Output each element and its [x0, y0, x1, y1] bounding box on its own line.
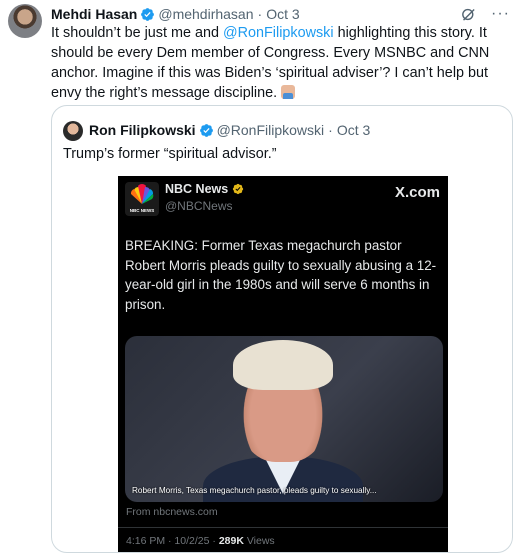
quote-author-handle[interactable]: @RonFilipkowski — [217, 122, 325, 138]
embedded-meta: 4:16 PM · 10/2/25 · 289K Views — [118, 527, 448, 552]
tweet-date[interactable]: Oct 3 — [266, 6, 299, 22]
author-avatar[interactable] — [8, 4, 42, 38]
embedded-source-name: NBC News — [165, 182, 244, 196]
link-card: Robert Morris, Texas megachurch pastor, … — [125, 336, 443, 502]
quote-date[interactable]: Oct 3 — [337, 122, 370, 138]
verified-badge-icon — [141, 7, 155, 21]
gold-verified-badge-icon — [233, 183, 244, 195]
embedded-source-handle: @NBCNews — [165, 199, 233, 213]
peacock-icon — [130, 184, 154, 204]
embedded-source-name-text: NBC News — [165, 182, 229, 196]
verified-badge-icon — [199, 123, 213, 137]
quote-author-name[interactable]: Ron Filipkowski — [89, 122, 196, 138]
tweet-text-part-1: It shouldn’t be just me and — [51, 25, 223, 41]
author-name[interactable]: Mehdi Hasan — [51, 6, 137, 22]
card-source: From nbcnews.com — [126, 506, 218, 518]
grok-icon[interactable] — [460, 6, 477, 23]
mention-link[interactable]: @RonFilipkowski — [223, 25, 334, 41]
separator-dot: · — [328, 122, 333, 138]
quote-text: Trump’s former “spiritual advisor.” — [63, 146, 277, 162]
embedded-screenshot[interactable]: NBC NEWS NBC News @NBCNews X.com BREAKIN… — [118, 176, 448, 552]
quoted-tweet[interactable]: Ron Filipkowski @RonFilipkowski · Oct 3 … — [51, 105, 513, 553]
views-count: 289K — [218, 535, 244, 547]
nbc-logo-label: NBC NEWS — [129, 208, 155, 213]
embedded-headline: BREAKING: Former Texas megachurch pastor… — [125, 238, 437, 312]
separator-dot: · — [257, 6, 263, 22]
embedded-time-date: 4:16 PM · 10/2/25 · — [126, 535, 219, 547]
more-icon[interactable]: ··· — [491, 6, 510, 22]
nbc-news-logo: NBC NEWS — [125, 182, 159, 216]
person-facepalm-emoji — [281, 85, 296, 99]
author-handle[interactable]: @mehdirhasan — [158, 6, 253, 22]
card-caption: Robert Morris, Texas megachurch pastor, … — [132, 486, 377, 495]
tweet-header: Mehdi Hasan @mehdirhasan · Oct 3 ··· — [51, 5, 510, 23]
x-brand-label: X.com — [394, 184, 440, 201]
views-label: Views — [243, 535, 275, 547]
quote-header: Ron Filipkowski @RonFilipkowski · Oct 3 — [89, 122, 370, 138]
quote-author-avatar[interactable] — [63, 121, 83, 141]
tweet-text: It shouldn’t be just me and @RonFilipkow… — [51, 23, 511, 103]
photo-hair — [233, 340, 333, 390]
